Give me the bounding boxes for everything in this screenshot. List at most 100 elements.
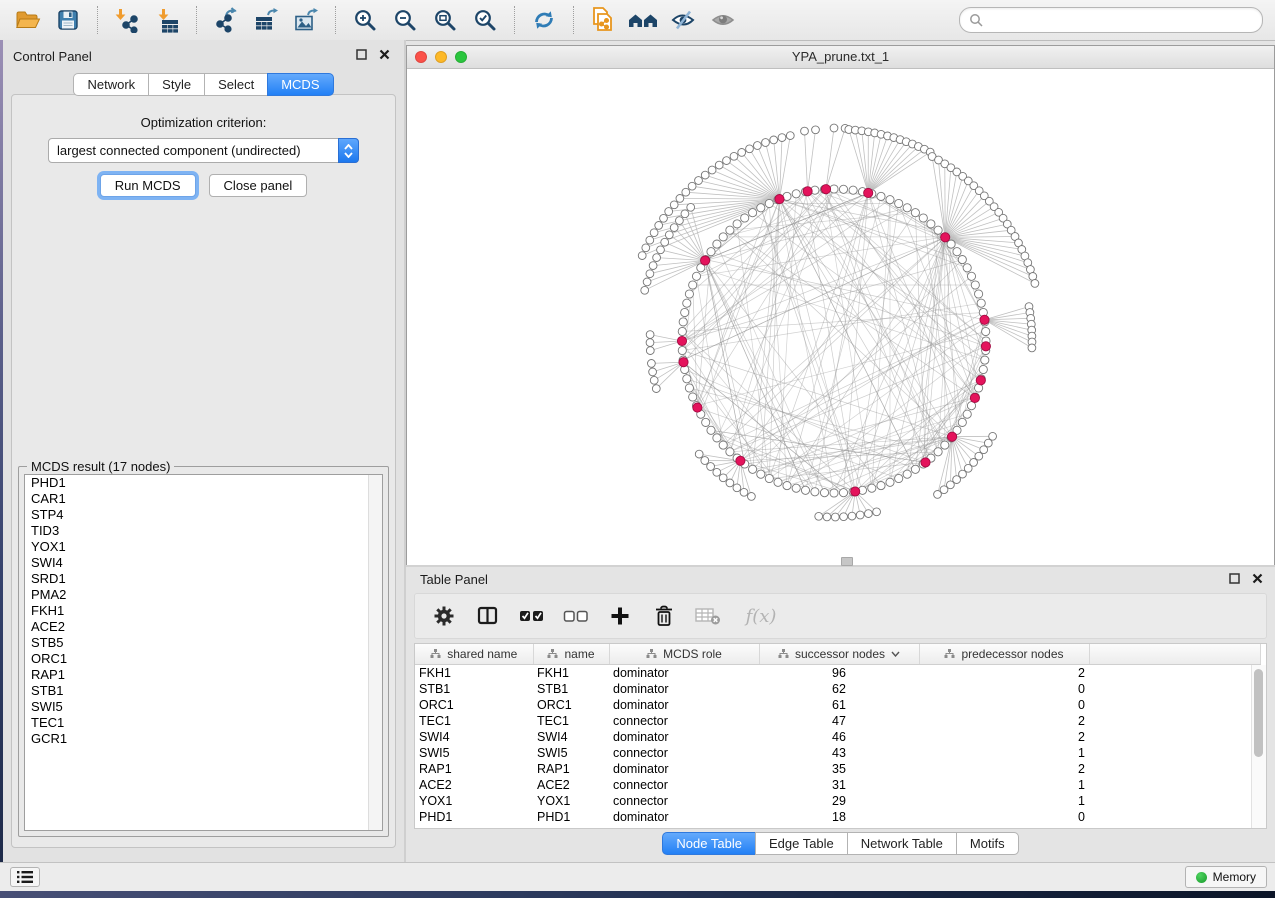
network-node[interactable] <box>741 214 749 222</box>
mcds-result-item[interactable]: PHD1 <box>25 475 382 491</box>
network-node[interactable] <box>877 482 885 490</box>
satellite-node[interactable] <box>733 484 741 492</box>
dominator-node[interactable] <box>693 403 702 412</box>
mcds-result-item[interactable]: TEC1 <box>25 715 382 731</box>
cell[interactable]: ACE2 <box>533 777 609 793</box>
cell[interactable]: 31 <box>759 777 919 793</box>
satellite-node[interactable] <box>642 244 650 252</box>
float-panel-icon[interactable] <box>1229 573 1240 584</box>
network-node[interactable] <box>783 482 791 490</box>
function-builder-button[interactable]: f(x) <box>739 603 783 629</box>
dominator-node[interactable] <box>821 185 830 194</box>
table-row[interactable]: YOX1YOX1connector291 <box>415 793 1260 809</box>
satellite-node[interactable] <box>856 511 864 519</box>
network-node[interactable] <box>707 248 715 256</box>
satellite-node[interactable] <box>646 270 654 278</box>
tab-edge-table[interactable]: Edge Table <box>755 832 847 855</box>
mcds-list-scrollbar[interactable] <box>368 475 382 830</box>
network-node[interactable] <box>971 281 979 289</box>
cell[interactable]: 96 <box>759 665 919 682</box>
add-row-button[interactable] <box>607 603 633 629</box>
satellite-node[interactable] <box>762 139 770 147</box>
network-node[interactable] <box>749 209 757 217</box>
network-node[interactable] <box>868 484 876 492</box>
column-header-MCDS-role[interactable]: MCDS role <box>609 644 759 665</box>
tab-node-table[interactable]: Node Table <box>662 832 755 855</box>
satellite-node[interactable] <box>831 513 839 521</box>
satellite-node[interactable] <box>873 508 881 516</box>
cell[interactable]: RAP1 <box>533 761 609 777</box>
zoom-in-button[interactable] <box>345 3 385 37</box>
satellite-node[interactable] <box>670 201 678 209</box>
satellite-node[interactable] <box>746 145 754 153</box>
mcds-result-item[interactable]: ACE2 <box>25 619 382 635</box>
column-header-successor-nodes[interactable]: successor nodes <box>759 644 919 665</box>
satellite-node[interactable] <box>660 214 668 222</box>
network-node[interactable] <box>839 185 847 193</box>
apply-layout-button[interactable] <box>524 3 564 37</box>
cell[interactable]: dominator <box>609 729 759 745</box>
satellite-node[interactable] <box>934 491 942 499</box>
cell[interactable]: RAP1 <box>415 761 533 777</box>
cell[interactable]: 62 <box>759 681 919 697</box>
cell[interactable]: SWI5 <box>415 745 533 761</box>
satellite-node[interactable] <box>865 510 873 518</box>
network-node[interactable] <box>975 290 983 298</box>
zoom-out-button[interactable] <box>385 3 425 37</box>
satellite-node[interactable] <box>681 210 689 218</box>
network-canvas[interactable] <box>407 69 1274 565</box>
network-node[interactable] <box>886 196 894 204</box>
network-node[interactable] <box>877 192 885 200</box>
network-node[interactable] <box>830 489 838 497</box>
satellite-node[interactable] <box>748 493 756 501</box>
show-columns-button[interactable] <box>475 603 501 629</box>
mcds-result-item[interactable]: STP4 <box>25 507 382 523</box>
cell[interactable]: 2 <box>919 713 1089 729</box>
table-row[interactable]: TEC1TEC1connector472 <box>415 713 1260 729</box>
column-header-shared-name[interactable]: shared name <box>415 644 533 665</box>
cell[interactable]: 47 <box>759 713 919 729</box>
delete-table-button[interactable] <box>695 603 721 629</box>
cell[interactable]: SWI5 <box>533 745 609 761</box>
cell[interactable]: dominator <box>609 761 759 777</box>
satellite-node[interactable] <box>840 513 848 521</box>
satellite-node[interactable] <box>655 222 663 230</box>
satellite-node[interactable] <box>701 171 709 179</box>
network-node[interactable] <box>792 484 800 492</box>
satellite-node[interactable] <box>738 149 746 157</box>
satellite-node[interactable] <box>719 474 727 482</box>
network-node[interactable] <box>678 346 686 354</box>
satellite-node[interactable] <box>848 512 856 520</box>
cell[interactable]: SWI4 <box>415 729 533 745</box>
zoom-selected-button[interactable] <box>465 3 505 37</box>
cell[interactable]: ORC1 <box>533 697 609 713</box>
first-neighbors-button[interactable] <box>623 3 663 37</box>
network-node[interactable] <box>820 489 828 497</box>
network-node[interactable] <box>886 478 894 486</box>
satellite-node[interactable] <box>661 238 669 246</box>
network-node[interactable] <box>792 190 800 198</box>
tab-network[interactable]: Network <box>73 73 148 96</box>
cell[interactable]: TEC1 <box>415 713 533 729</box>
cell[interactable]: 2 <box>919 729 1089 745</box>
network-node[interactable] <box>683 375 691 383</box>
close-panel-icon[interactable] <box>379 49 390 60</box>
network-node[interactable] <box>713 434 721 442</box>
dominator-node[interactable] <box>775 195 784 204</box>
export-network-button[interactable] <box>206 3 246 37</box>
cell[interactable]: FKH1 <box>415 665 533 682</box>
task-history-button[interactable] <box>10 867 40 887</box>
satellite-node[interactable] <box>650 376 658 384</box>
dominator-node[interactable] <box>970 393 979 402</box>
table-row[interactable]: FKH1FKH1dominator962 <box>415 665 1260 682</box>
cell[interactable]: 2 <box>919 665 1089 682</box>
import-table-button[interactable] <box>147 3 187 37</box>
network-node[interactable] <box>702 418 710 426</box>
satellite-node[interactable] <box>650 229 658 237</box>
tab-select[interactable]: Select <box>204 73 267 96</box>
deselect-all-button[interactable] <box>563 603 589 629</box>
network-node[interactable] <box>757 470 765 478</box>
network-node[interactable] <box>685 384 693 392</box>
dominator-node[interactable] <box>851 487 860 496</box>
cell[interactable]: dominator <box>609 681 759 697</box>
